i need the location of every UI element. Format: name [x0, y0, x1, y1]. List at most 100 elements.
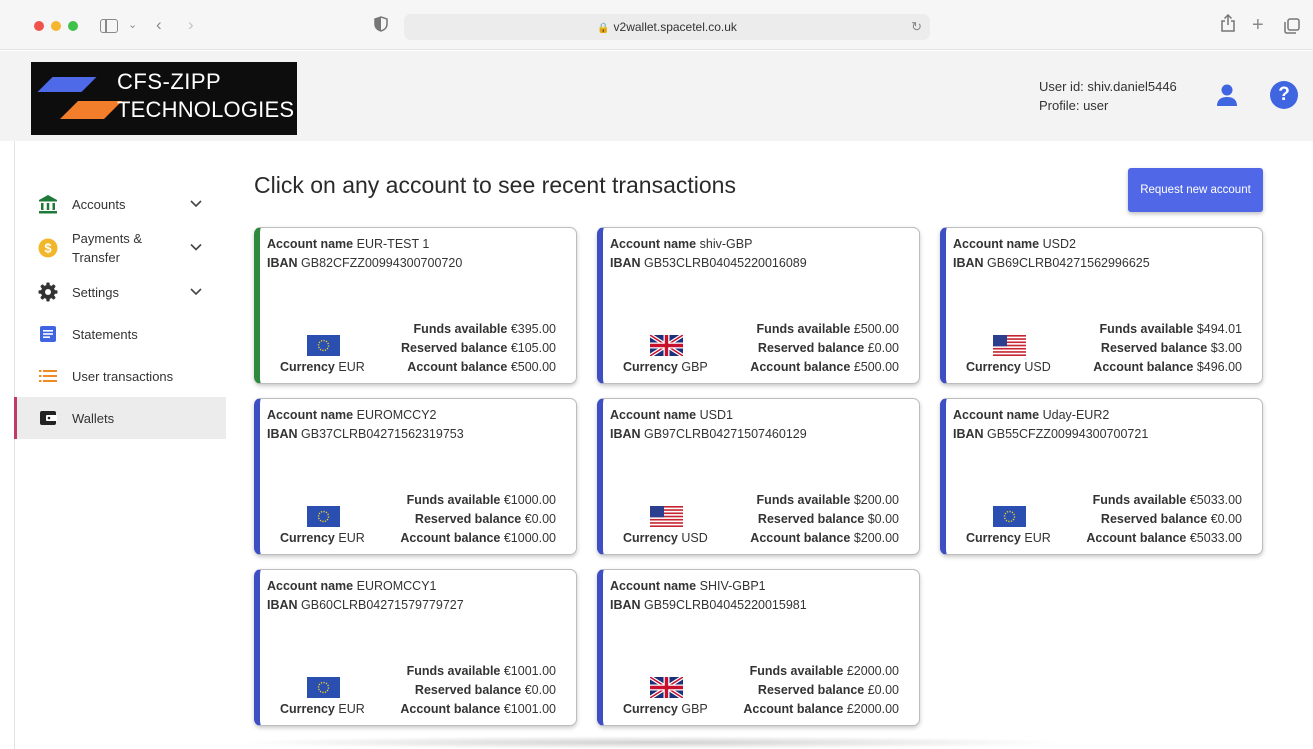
account-card[interactable]: Account name EUR-TEST 1 IBAN GB82CFZZ0099… [254, 227, 577, 384]
sidebar-toggle-icon[interactable] [100, 19, 118, 33]
account-name-label: Account name [267, 579, 354, 593]
currency-row: Currency EUR [280, 360, 365, 374]
account-card[interactable]: Account name USD2 IBAN GB69CLRB0427156299… [940, 227, 1263, 384]
browser-toolbar: ⌄ ‹ › 🔒 v2wallet.spacetel.co.uk ↻ + [0, 0, 1313, 50]
funds-available-label: Funds available [1099, 322, 1194, 336]
account-name-label: Account name [953, 408, 1040, 422]
account-balance-value: $496.00 [1196, 360, 1242, 374]
reserved-balance-label: Reserved balance [1100, 512, 1208, 526]
close-window-button[interactable] [34, 21, 44, 31]
iban-row: IBAN GB97CLRB04271507460129 [610, 427, 807, 441]
shield-icon[interactable] [374, 16, 388, 38]
chevron-down-icon[interactable] [190, 285, 202, 299]
sidebar-item-accounts[interactable]: Accounts [14, 183, 226, 225]
currency-value: USD [1024, 360, 1051, 374]
reserved-balance-row: Reserved balance $3.00 [1101, 341, 1242, 355]
account-name-row: Account name EUR-TEST 1 [267, 237, 429, 251]
account-name-value: USD2 [1042, 237, 1076, 251]
currency-label: Currency [280, 702, 335, 716]
currency-row: Currency GBP [623, 702, 708, 716]
logo-text-line2: TECHNOLOGIES [117, 97, 295, 122]
company-logo[interactable]: CFS-ZIPP TECHNOLOGIES [31, 62, 297, 135]
sidebar-item-statements[interactable]: Statements [14, 313, 226, 355]
account-card[interactable]: Account name SHIV-GBP1 IBAN GB59CLRB04045… [597, 569, 920, 726]
funds-available-value: $200.00 [853, 493, 899, 507]
sidebar-item-label: Accounts [72, 196, 126, 212]
account-name-label: Account name [953, 237, 1040, 251]
user-info: User id: shiv.daniel5446 Profile: user [1039, 77, 1177, 115]
account-name-label: Account name [267, 408, 354, 422]
bank-icon [38, 194, 58, 214]
currency-value: EUR [338, 702, 365, 716]
lock-icon: 🔒 [597, 23, 610, 34]
sidebar-item-settings[interactable]: Settings [14, 271, 226, 313]
chevron-down-icon[interactable] [190, 239, 202, 258]
currency-row: Currency GBP [623, 360, 708, 374]
iban-value: GB37CLRB04271562319753 [301, 427, 464, 441]
iban-row: IBAN GB59CLRB04045220015981 [610, 598, 807, 612]
currency-value: USD [681, 531, 708, 545]
funds-available-row: Funds available $494.01 [1100, 322, 1242, 336]
minimize-window-button[interactable] [51, 21, 61, 31]
account-name-value: EUROMCCY2 [356, 408, 437, 422]
account-name-label: Account name [610, 237, 697, 251]
sidebar-item-label: Wallets [72, 410, 115, 426]
account-card[interactable]: Account name USD1 IBAN GB97CLRB0427150746… [597, 398, 920, 555]
account-name-label: Account name [610, 579, 697, 593]
forward-icon[interactable]: › [188, 14, 194, 36]
currency-value: EUR [1024, 531, 1051, 545]
account-card[interactable]: Account name shiv-GBP IBAN GB53CLRB040452… [597, 227, 920, 384]
account-balance-row: Account balance €1000.00 [400, 531, 556, 545]
iban-label: IBAN [267, 256, 298, 270]
currency-value: EUR [338, 531, 365, 545]
user-profile-icon[interactable] [1214, 82, 1240, 108]
currency-label: Currency [966, 531, 1021, 545]
account-card[interactable]: Account name EUROMCCY2 IBAN GB37CLRB04271… [254, 398, 577, 555]
currency-label: Currency [966, 360, 1021, 374]
account-name-row: Account name USD2 [953, 237, 1076, 251]
eu-flag-icon [307, 677, 340, 698]
tabs-overview-icon[interactable] [1284, 18, 1300, 40]
new-tab-icon[interactable]: + [1252, 14, 1264, 36]
funds-available-row: Funds available $200.00 [757, 493, 899, 507]
uk-flag-icon [648, 675, 685, 700]
account-balance-value: €500.00 [510, 360, 556, 374]
account-card[interactable]: Account name EUROMCCY1 IBAN GB60CLRB04271… [254, 569, 577, 726]
reserved-balance-value: €0.00 [524, 683, 556, 697]
sidebar-item-user-transactions[interactable]: User transactions [14, 355, 226, 397]
back-icon[interactable]: ‹ [156, 14, 162, 36]
funds-available-label: Funds available [749, 664, 844, 678]
account-name-value: SHIV-GBP1 [699, 579, 766, 593]
sidebar-item-wallets[interactable]: Wallets [14, 397, 226, 439]
request-new-account-button[interactable]: Request new account [1128, 168, 1263, 212]
currency-label: Currency [623, 531, 678, 545]
app-header: CFS-ZIPP TECHNOLOGIES User id: shiv.dani… [0, 51, 1313, 141]
iban-label: IBAN [610, 256, 641, 270]
account-card[interactable]: Account name Uday-EUR2 IBAN GB55CFZZ00994… [940, 398, 1263, 555]
account-balance-label: Account balance [743, 702, 844, 716]
funds-available-row: Funds available £2000.00 [750, 664, 899, 678]
sidebar-item-payments-transfer[interactable]: $ Payments & Transfer [14, 225, 226, 271]
account-name-row: Account name EUROMCCY1 [267, 579, 437, 593]
account-name-row: Account name SHIV-GBP1 [610, 579, 766, 593]
account-balance-row: Account balance £500.00 [750, 360, 899, 374]
reserved-balance-value: £0.00 [867, 341, 899, 355]
address-bar[interactable]: 🔒 v2wallet.spacetel.co.uk ↻ [404, 14, 930, 40]
iban-label: IBAN [610, 427, 641, 441]
account-balance-label: Account balance [400, 531, 501, 545]
iban-row: IBAN GB37CLRB04271562319753 [267, 427, 464, 441]
chevron-down-icon[interactable]: ⌄ [128, 14, 137, 36]
profile-text: Profile: user [1039, 98, 1109, 113]
reserved-balance-label: Reserved balance [1100, 341, 1208, 355]
share-icon[interactable] [1220, 13, 1236, 38]
chevron-down-icon[interactable] [190, 197, 202, 211]
account-balance-row: Account balance $496.00 [1093, 360, 1242, 374]
maximize-window-button[interactable] [68, 21, 78, 31]
reserved-balance-row: Reserved balance €0.00 [1101, 512, 1242, 526]
account-name-value: USD1 [699, 408, 733, 422]
account-name-row: Account name EUROMCCY2 [267, 408, 437, 422]
help-icon[interactable]: ? [1270, 81, 1298, 109]
currency-label: Currency [280, 360, 335, 374]
reload-icon[interactable]: ↻ [911, 14, 922, 40]
iban-value: GB82CFZZ00994300700720 [301, 256, 463, 270]
